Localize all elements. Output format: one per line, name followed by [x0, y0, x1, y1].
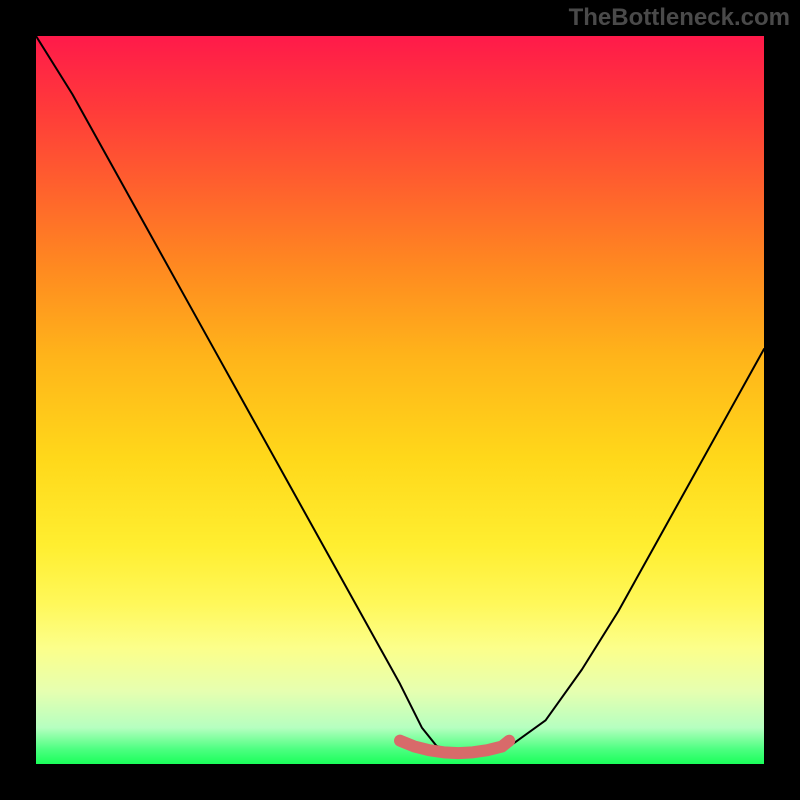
curve-line [36, 36, 764, 753]
watermark-label: TheBottleneck.com [569, 4, 790, 32]
marker-line [400, 741, 509, 753]
chart-plot-area [36, 36, 764, 764]
chart-svg [36, 36, 764, 764]
